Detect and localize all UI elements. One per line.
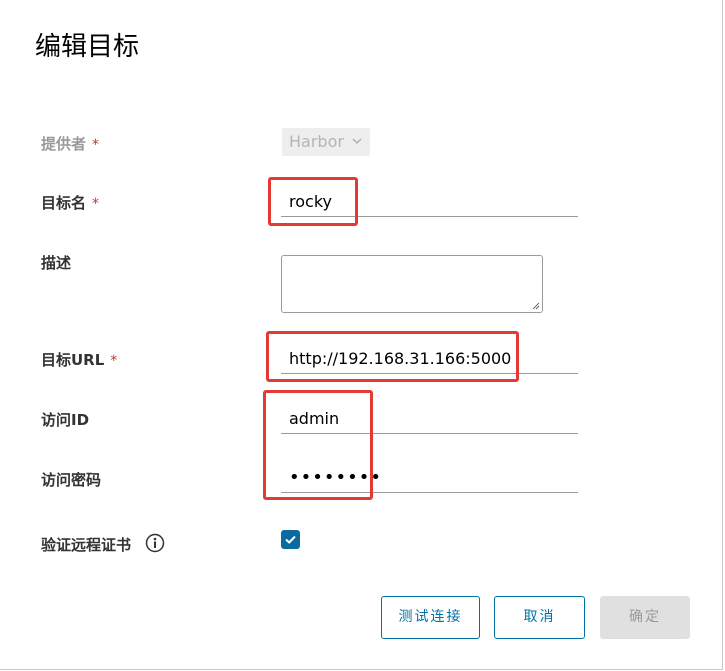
target-name-label: 目标名 * <box>41 194 100 212</box>
chevron-down-icon <box>352 129 362 165</box>
highlight-box-target-name <box>268 177 358 226</box>
provider-label: 提供者 * <box>41 135 100 153</box>
target-url-label: 目标URL * <box>41 351 118 369</box>
required-mark: * <box>92 137 100 153</box>
cancel-button[interactable]: 取消 <box>494 596 585 639</box>
test-connection-button[interactable]: 测试连接 <box>381 596 480 639</box>
description-textarea[interactable] <box>281 255 543 313</box>
resize-grip-icon[interactable] <box>532 302 540 310</box>
ok-button[interactable]: 确定 <box>600 596 690 639</box>
access-id-label: 访问ID <box>41 411 90 429</box>
checkmark-icon <box>285 535 296 544</box>
required-mark: * <box>92 196 100 212</box>
provider-select[interactable]: Harbor <box>282 128 370 156</box>
edit-target-dialog: 编辑目标 提供者 * Harbor 目标名 * rocky 描述 目标URL * ht… <box>0 0 723 670</box>
access-secret-label: 访问密码 <box>41 471 102 489</box>
highlight-box-target-url <box>266 331 519 382</box>
verify-cert-label: 验证远程证书 <box>41 536 132 554</box>
verify-cert-checkbox[interactable] <box>281 530 300 549</box>
info-icon[interactable] <box>145 533 165 553</box>
highlight-box-credentials <box>263 390 373 500</box>
dialog-title: 编辑目标 <box>35 32 140 62</box>
required-mark: * <box>110 353 118 369</box>
description-label: 描述 <box>41 254 72 272</box>
